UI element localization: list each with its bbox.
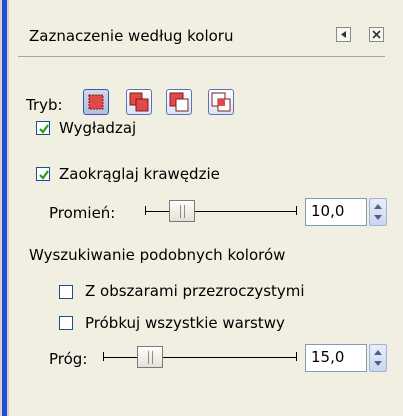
replace-selection-icon <box>88 94 104 110</box>
dock-title-area: Zaznaczenie według koloru <box>9 0 403 64</box>
subtract-from-selection-button[interactable] <box>166 89 192 115</box>
dock-title: Zaznaczenie według koloru <box>29 27 234 45</box>
mode-label: Tryb: <box>26 96 63 114</box>
left-blue-bar <box>2 0 7 416</box>
threshold-slider-end-tick <box>296 352 297 361</box>
window-left-edge <box>0 0 9 416</box>
title-separator <box>18 56 385 57</box>
add-to-selection-button[interactable] <box>126 89 152 115</box>
radius-slider-track[interactable] <box>145 211 297 212</box>
subtract-from-selection-icon <box>169 92 189 112</box>
radius-slider-end-tick <box>296 206 297 215</box>
transparent-areas-label: Z obszarami przezroczystymi <box>85 282 305 300</box>
sample-merged-checkbox[interactable] <box>59 316 73 330</box>
threshold-label: Próg: <box>49 350 88 368</box>
radius-spin-buttons[interactable] <box>369 198 387 226</box>
radius-slider-handle[interactable] <box>169 200 195 222</box>
similar-colors-heading: Wyszukiwanie podobnych kolorów <box>29 246 286 264</box>
check-mark-icon <box>39 170 49 180</box>
intersect-selection-button[interactable] <box>208 89 234 115</box>
add-to-selection-icon <box>129 92 149 112</box>
antialias-checkbox[interactable] <box>36 121 50 135</box>
threshold-slider-handle[interactable] <box>137 346 163 368</box>
intersect-selection-icon <box>211 92 231 112</box>
feather-edges-checkbox[interactable] <box>36 167 50 181</box>
check-mark-icon <box>39 124 49 134</box>
spin-down-icon[interactable] <box>374 361 382 366</box>
threshold-value-field[interactable]: 15,0 <box>305 344 367 372</box>
antialias-label: Wygładzaj <box>59 119 137 137</box>
sample-merged-label: Próbkuj wszystkie warstwy <box>85 314 285 332</box>
feather-edges-label: Zaokrąglaj krawędzie <box>59 165 220 183</box>
transparent-areas-checkbox[interactable] <box>59 285 73 299</box>
spin-up-icon[interactable] <box>374 350 382 355</box>
spin-up-icon[interactable] <box>374 204 382 209</box>
spin-down-icon[interactable] <box>374 215 382 220</box>
threshold-spin-buttons[interactable] <box>369 344 387 372</box>
radius-label: Promień: <box>49 204 116 222</box>
threshold-slider-track[interactable] <box>103 357 297 358</box>
dock-menu-icon[interactable] <box>336 27 351 42</box>
close-icon[interactable] <box>369 27 384 42</box>
replace-selection-button[interactable] <box>83 89 109 115</box>
radius-value-field[interactable]: 10,0 <box>305 198 367 226</box>
